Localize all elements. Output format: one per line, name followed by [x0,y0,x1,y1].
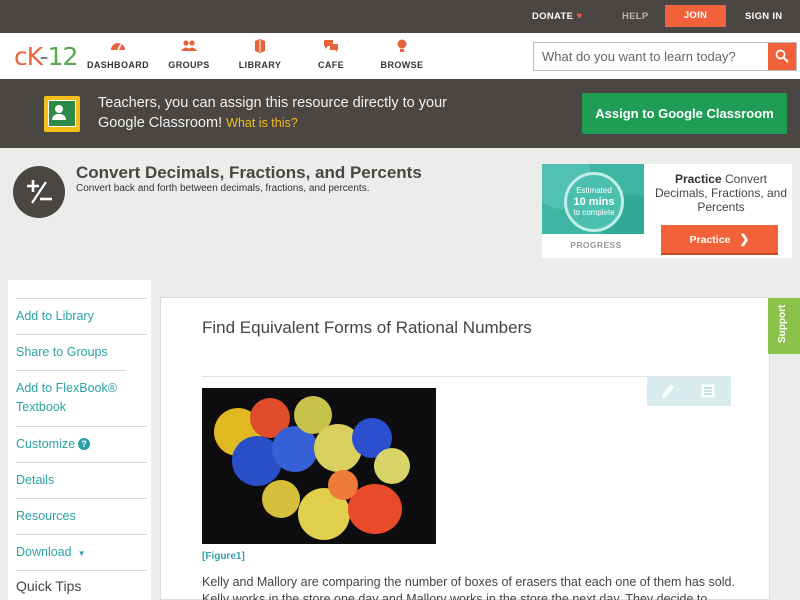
what-is-this-link[interactable]: What is this? [226,116,298,130]
main-nav: cK-12 DASHBOARD GROUPS LIBRARY CAFE BROW… [0,33,800,79]
google-classroom-icon [44,96,80,132]
nav-dashboard-label: DASHBOARD [86,60,150,70]
page-subtitle: Convert back and forth between decimals,… [76,183,370,194]
sidebar-item-label: Download [16,545,72,559]
notes-icon[interactable] [701,384,715,398]
nav-groups-label: GROUPS [168,60,210,70]
sidebar-divider [16,570,147,571]
logo-k: K [26,42,41,71]
quick-tips-heading[interactable]: Quick Tips [16,578,81,594]
page-title: Convert Decimals, Fractions, and Percent… [76,163,422,182]
lesson-content: Find Equivalent Forms of Rational Number… [160,297,770,600]
sidebar-item-label: Resources [16,509,76,523]
practice-card: Estimated 10 mins to complete PROGRESS P… [542,164,792,258]
support-tab-label: Support [777,304,788,343]
lesson-paragraph: Kelly and Mallory are comparing the numb… [202,575,735,600]
sidebar-item-label: Add to FlexBook® Textbook [16,381,117,414]
nav-library[interactable]: LIBRARY [220,39,300,70]
assign-to-google-classroom-button[interactable]: Assign to Google Classroom [582,93,787,134]
sidebar-item-add-to-library[interactable]: Add to Library [16,298,147,334]
estimated-time-badge: Estimated 10 mins to complete [564,172,624,232]
practice-description: Practice Convert Decimals, Fractions, an… [654,172,788,214]
banner-text: Teachers, you can assign this resource d… [98,93,458,133]
ck12-logo[interactable]: cK-12 [14,42,79,71]
chevron-right-icon: ❯ [739,232,750,246]
sidebar-item-details[interactable]: Details [16,462,147,498]
figure-caption[interactable]: [Figure1] [202,551,245,562]
sidebar-item-add-to-flexbook[interactable]: Add to FlexBook® Textbook [16,370,126,426]
sidebar-item-customize[interactable]: Customize? [16,426,147,462]
search-input[interactable] [534,43,768,70]
join-button[interactable]: JOIN [665,5,726,27]
search-icon [775,49,789,63]
practice-button-label: Practice [689,234,731,246]
sidebar-item-label: Customize [16,437,76,451]
help-link[interactable]: HELP [622,0,649,33]
nav-library-label: LIBRARY [238,60,282,70]
lesson-title: Find Equivalent Forms of Rational Number… [202,318,532,337]
sidebar-item-label: Share to Groups [16,345,108,359]
cafe-icon [291,39,371,57]
progress-image: Estimated 10 mins to complete [542,164,644,234]
logo-c: c [14,42,28,71]
sidebar-item-label: Details [16,473,55,487]
nav-cafe-label: CAFE [317,60,345,70]
help-icon[interactable]: ? [78,438,91,450]
erasers-photo [202,388,436,544]
dashboard-icon [78,39,158,57]
nav-browse[interactable]: BROWSE [362,39,442,70]
caret-down-icon: ▼ [77,549,86,558]
browse-icon [362,39,442,57]
concept-header: Convert Decimals, Fractions, and Percent… [0,148,800,280]
sidebar: Add to Library Share to Groups Add to Fl… [8,280,151,600]
donate-link[interactable]: DONATE ♥ [532,0,582,33]
to-complete-label: to complete [573,208,615,217]
nav-cafe[interactable]: CAFE [291,39,371,70]
nav-groups[interactable]: GROUPS [149,39,229,70]
sidebar-item-resources[interactable]: Resources [16,498,147,534]
library-icon [220,39,300,57]
sign-in-link[interactable]: SIGN IN [745,0,782,33]
estimated-minutes: 10 mins [573,196,615,208]
sidebar-item-label: Add to Library [16,309,94,323]
classroom-banner: Teachers, you can assign this resource d… [0,79,800,148]
support-tab[interactable]: Support [768,298,800,354]
pencil-icon[interactable] [661,383,675,399]
progress-label: PROGRESS [570,240,622,250]
practice-bold-label: Practice [674,172,722,186]
sidebar-item-share-to-groups[interactable]: Share to Groups [16,334,147,370]
search-box [533,42,797,71]
logo-12: 12 [47,42,79,71]
sidebar-item-download[interactable]: Download ▼ [16,534,147,570]
logo-dash: - [39,42,49,71]
nav-browse-label: BROWSE [380,60,424,70]
search-button[interactable] [768,43,796,70]
estimated-label: Estimated [576,186,612,195]
plus-minus-icon [13,166,65,218]
practice-button[interactable]: Practice ❯ [661,225,778,255]
heart-icon: ♥ [576,11,583,22]
annotation-toolbar [647,377,731,406]
donate-label: DONATE [532,11,574,22]
nav-dashboard[interactable]: DASHBOARD [78,39,158,70]
groups-icon [149,39,229,57]
top-bar: DONATE ♥ HELP JOIN SIGN IN [0,0,800,33]
